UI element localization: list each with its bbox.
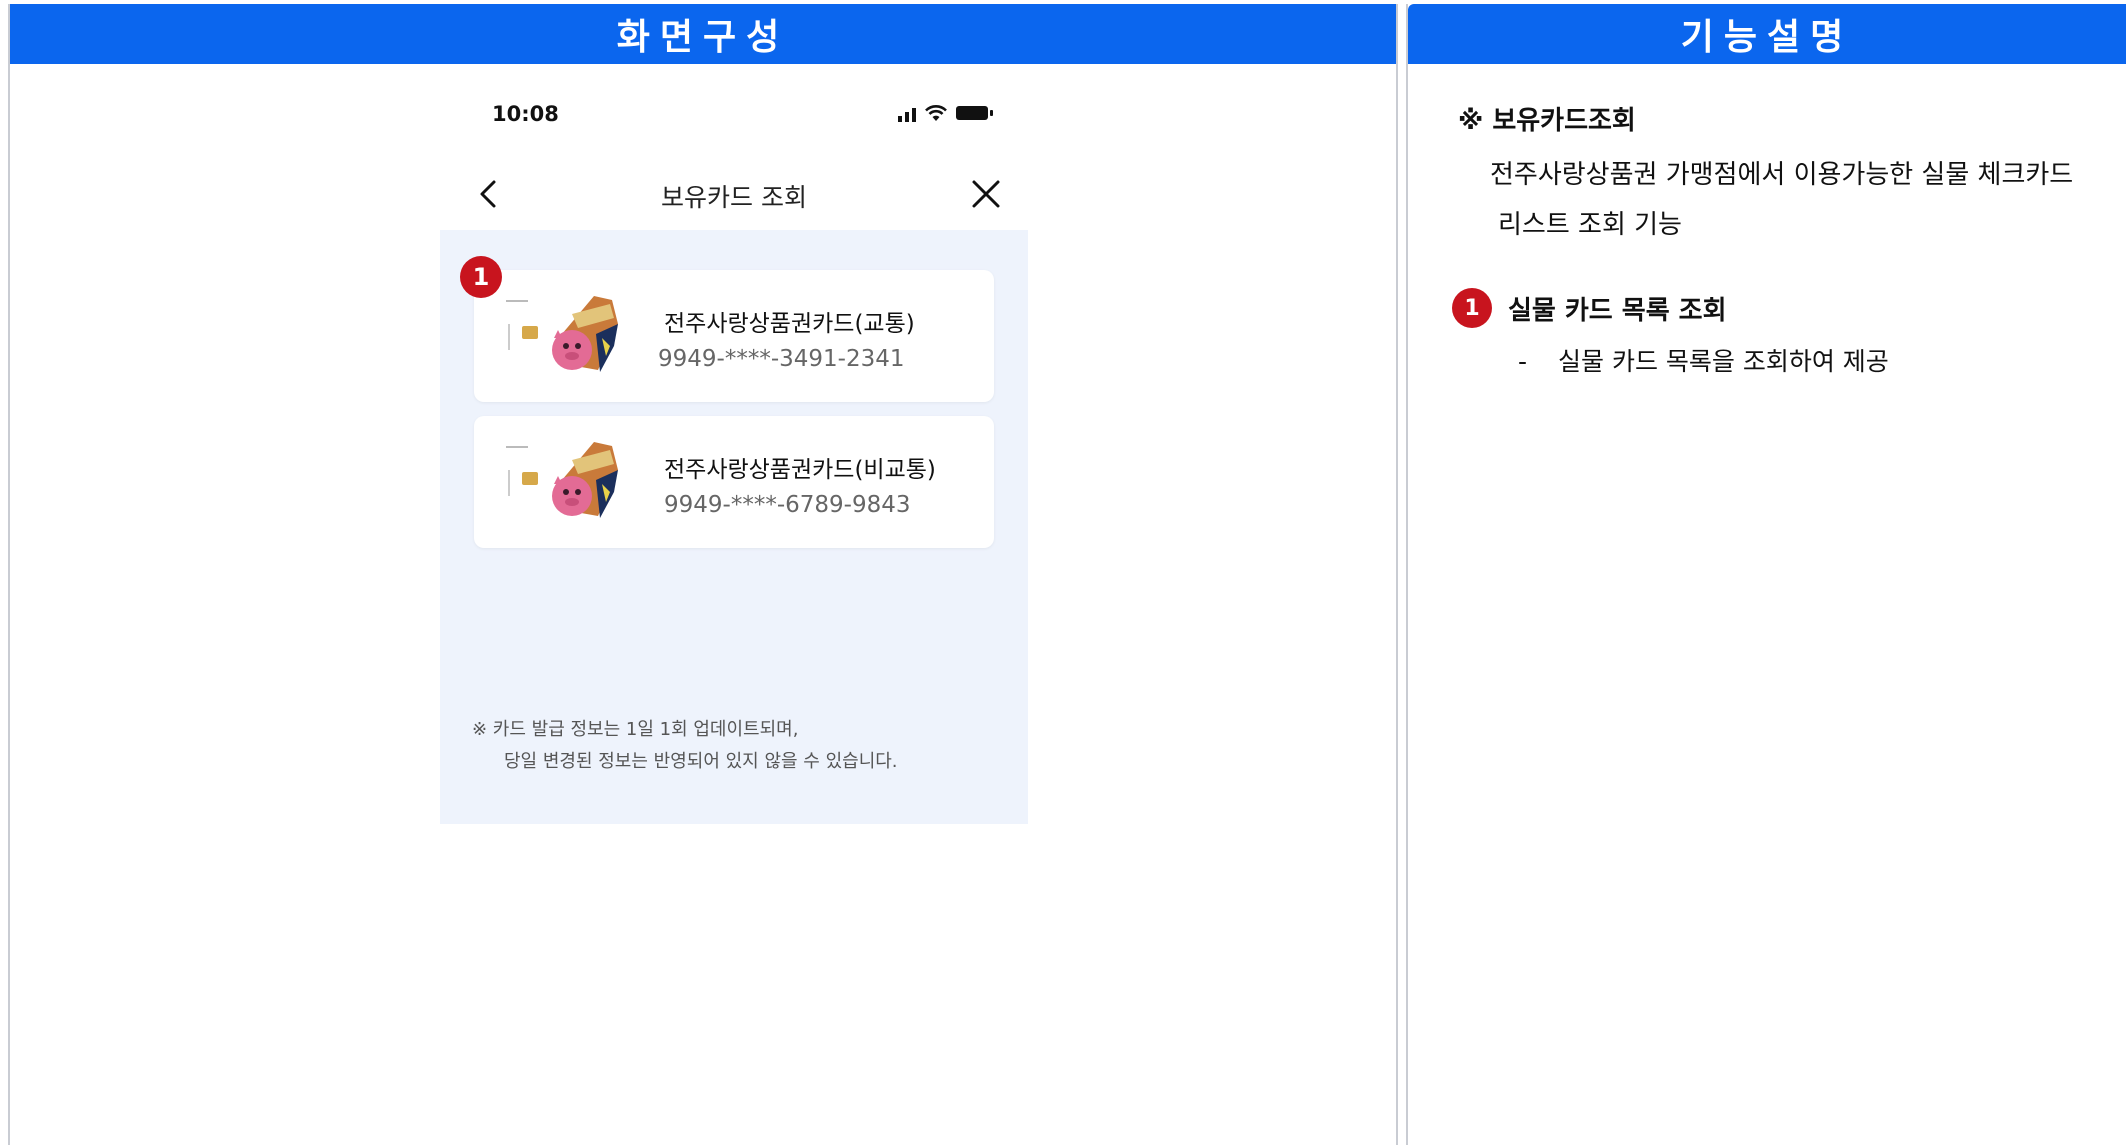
status-icons xyxy=(898,104,993,122)
item-description: - 실물 카드 목록을 조회하여 제공 xyxy=(1518,342,1889,378)
wifi-icon xyxy=(925,105,947,121)
dash-bullet: - xyxy=(1518,347,1528,376)
card-number: 9949-****-6789-9843 xyxy=(664,492,911,518)
notice-line: ※ 카드 발급 정보는 1일 1회 업데이트되며, xyxy=(472,719,799,740)
close-icon[interactable] xyxy=(968,176,1004,212)
description-line: 전주사랑상품권 가맹점에서 이용가능한 실물 체크카드 xyxy=(1490,160,2074,190)
annotation-badge: 1 xyxy=(1452,288,1492,328)
card-name: 전주사랑상품권카드(교통) xyxy=(664,311,915,337)
card-list-item[interactable]: 전주사랑상품권카드(교통) 9949-****-3491-2341 xyxy=(474,270,994,402)
function-description-panel: 기능설명 ※ 보유카드조회 전주사랑상품권 가맹점에서 이용가능한 실물 체크카… xyxy=(1406,4,2126,1145)
status-time: 10:08 xyxy=(492,102,559,126)
card-image xyxy=(502,294,622,378)
card-image xyxy=(502,440,622,524)
phone-screen: 10:08 보유카드 조회 전주사랑상품권카드(교통) 9949-****-34… xyxy=(440,64,1028,824)
page-title: 보유카드 조회 xyxy=(661,183,807,212)
signal-icon xyxy=(898,104,916,122)
card-name: 전주사랑상품권카드(비교통) xyxy=(664,457,936,483)
notice-text: ※ 카드 발급 정보는 1일 1회 업데이트되며, 당일 변경된 정보는 반영되… xyxy=(472,714,898,778)
function-description-header: 기능설명 xyxy=(1408,4,2126,64)
battery-icon xyxy=(956,106,993,120)
card-number: 9949-****-3491-2341 xyxy=(658,346,905,372)
description-line: 리스트 조회 기능 xyxy=(1498,210,1682,240)
card-list-area: 전주사랑상품권카드(교통) 9949-****-3491-2341 전주사랑상품… xyxy=(440,230,1028,824)
nav-bar: 보유카드 조회 xyxy=(440,164,1028,224)
notice-line: 당일 변경된 정보는 반영되어 있지 않을 수 있습니다. xyxy=(504,751,898,772)
annotation-badge: 1 xyxy=(460,256,502,298)
section-title: ※ 보유카드조회 xyxy=(1458,106,1636,136)
status-bar: 10:08 xyxy=(440,102,1028,138)
item-description-text: 실물 카드 목록을 조회하여 제공 xyxy=(1558,347,1889,376)
item-title: 실물 카드 목록 조회 xyxy=(1508,296,1727,326)
screen-composition-header: 화면구성 xyxy=(10,4,1396,64)
section-description: 전주사랑상품권 가맹점에서 이용가능한 실물 체크카드 리스트 조회 기능 xyxy=(1490,150,2073,250)
card-list-item[interactable]: 전주사랑상품권카드(비교통) 9949-****-6789-9843 xyxy=(474,416,994,548)
screen-composition-panel: 화면구성 10:08 보유카드 조회 전주사랑상품권카드(교통) 9949-**… xyxy=(8,4,1398,1145)
